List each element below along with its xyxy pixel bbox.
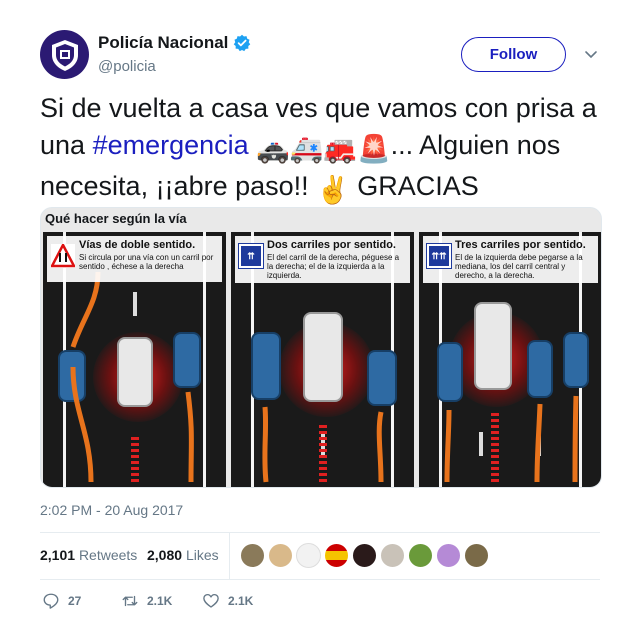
retweet-count: 2.1K bbox=[147, 594, 173, 608]
panel-desc: Si circula por una vía con un carril por… bbox=[79, 253, 214, 271]
follow-button[interactable]: Follow bbox=[461, 37, 566, 72]
likes-stat[interactable]: 2,080 Likes bbox=[147, 547, 219, 563]
retweets-stat[interactable]: 2,101 Retweets bbox=[40, 547, 137, 563]
hashtag-link[interactable]: #emergencia bbox=[93, 130, 249, 160]
infographic-panel-two-way: Vías de doble sentido. Si circula por un… bbox=[43, 232, 226, 487]
police-badge-icon bbox=[51, 39, 78, 71]
panel-label: ⇈⇈ Tres carriles por sentido. El de la i… bbox=[423, 236, 598, 283]
two-lanes-sign-icon: ⇈ bbox=[238, 243, 264, 269]
infographic-panel-two-lanes: ⇈ Dos carriles por sentido. El del carri… bbox=[231, 232, 414, 487]
liker-avatar[interactable] bbox=[324, 543, 349, 568]
chevron-down-icon[interactable] bbox=[583, 46, 599, 62]
display-name-row[interactable]: Policía Nacional bbox=[98, 33, 251, 53]
victory-hand-emoji: ✌️ bbox=[316, 175, 350, 205]
avatar[interactable] bbox=[40, 30, 89, 79]
liker-avatar[interactable] bbox=[408, 543, 433, 568]
divider bbox=[40, 579, 600, 580]
panel-title: Dos carriles por sentido. bbox=[267, 239, 396, 251]
tweet-stats: 2,101 Retweets 2,080 Likes bbox=[40, 533, 600, 579]
account-handle[interactable]: @policia bbox=[98, 58, 251, 75]
panel-label: ⇈ Dos carriles por sentido. El del carri… bbox=[235, 236, 410, 283]
liker-avatar[interactable] bbox=[296, 543, 321, 568]
reply-action[interactable]: 27 bbox=[42, 592, 81, 610]
retweets-count: 2,101 bbox=[40, 547, 76, 563]
account-names: Policía Nacional @policia bbox=[98, 33, 251, 75]
three-lanes-sign-icon: ⇈⇈ bbox=[426, 243, 452, 269]
liker-avatar[interactable] bbox=[268, 543, 293, 568]
tweet-text: Si de vuelta a casa ves que vamos con pr… bbox=[40, 90, 600, 209]
like-action[interactable]: 2.1K bbox=[202, 592, 253, 610]
liker-avatar[interactable] bbox=[380, 543, 405, 568]
liker-avatar[interactable] bbox=[436, 543, 461, 568]
infographic-title: Qué hacer según la vía bbox=[45, 211, 187, 226]
likes-label: Likes bbox=[185, 547, 219, 563]
two-way-sign-icon bbox=[51, 244, 75, 268]
tweet-text-part3: GRACIAS bbox=[349, 171, 479, 201]
likes-count: 2,080 bbox=[147, 547, 183, 563]
panel-desc: El del carril de la derecha, péguese a l… bbox=[267, 253, 400, 280]
infographic-panel-three-lanes: ⇈⇈ Tres carriles por sentido. El de la i… bbox=[419, 232, 601, 487]
panel-title: Tres carriles por sentido. bbox=[455, 239, 586, 251]
tweet-header: Policía Nacional @policia Follow bbox=[40, 30, 610, 80]
display-name[interactable]: Policía Nacional bbox=[98, 33, 228, 53]
tweet-actions: 27 2.1K 2.1K bbox=[40, 590, 600, 614]
retweets-label: Retweets bbox=[78, 547, 138, 563]
panel-label: Vías de doble sentido. Si circula por un… bbox=[47, 236, 222, 282]
like-count: 2.1K bbox=[228, 594, 254, 608]
reply-icon bbox=[43, 593, 59, 609]
liker-avatar[interactable] bbox=[464, 543, 489, 568]
retweet-action[interactable]: 2.1K bbox=[121, 592, 172, 610]
tweet-card: Policía Nacional @policia Follow Si de v… bbox=[0, 0, 640, 641]
tweet-timestamp[interactable]: 2:02 PM - 20 Aug 2017 bbox=[40, 502, 183, 518]
panel-desc: El de la izquierda debe pegarse a la med… bbox=[455, 253, 583, 280]
liker-avatar[interactable] bbox=[240, 543, 265, 568]
reply-count: 27 bbox=[68, 594, 82, 608]
stats-separator bbox=[229, 533, 230, 579]
panel-title: Vías de doble sentido. bbox=[79, 239, 196, 251]
tweet-image[interactable]: Qué hacer según la vía Vías de doble sen… bbox=[40, 207, 602, 488]
vehicle-emojis: 🚓🚑🚒🚨 bbox=[256, 134, 391, 164]
retweet-icon bbox=[122, 595, 138, 607]
liker-avatar[interactable] bbox=[352, 543, 377, 568]
heart-icon bbox=[203, 593, 219, 608]
verified-badge-icon bbox=[234, 34, 251, 52]
